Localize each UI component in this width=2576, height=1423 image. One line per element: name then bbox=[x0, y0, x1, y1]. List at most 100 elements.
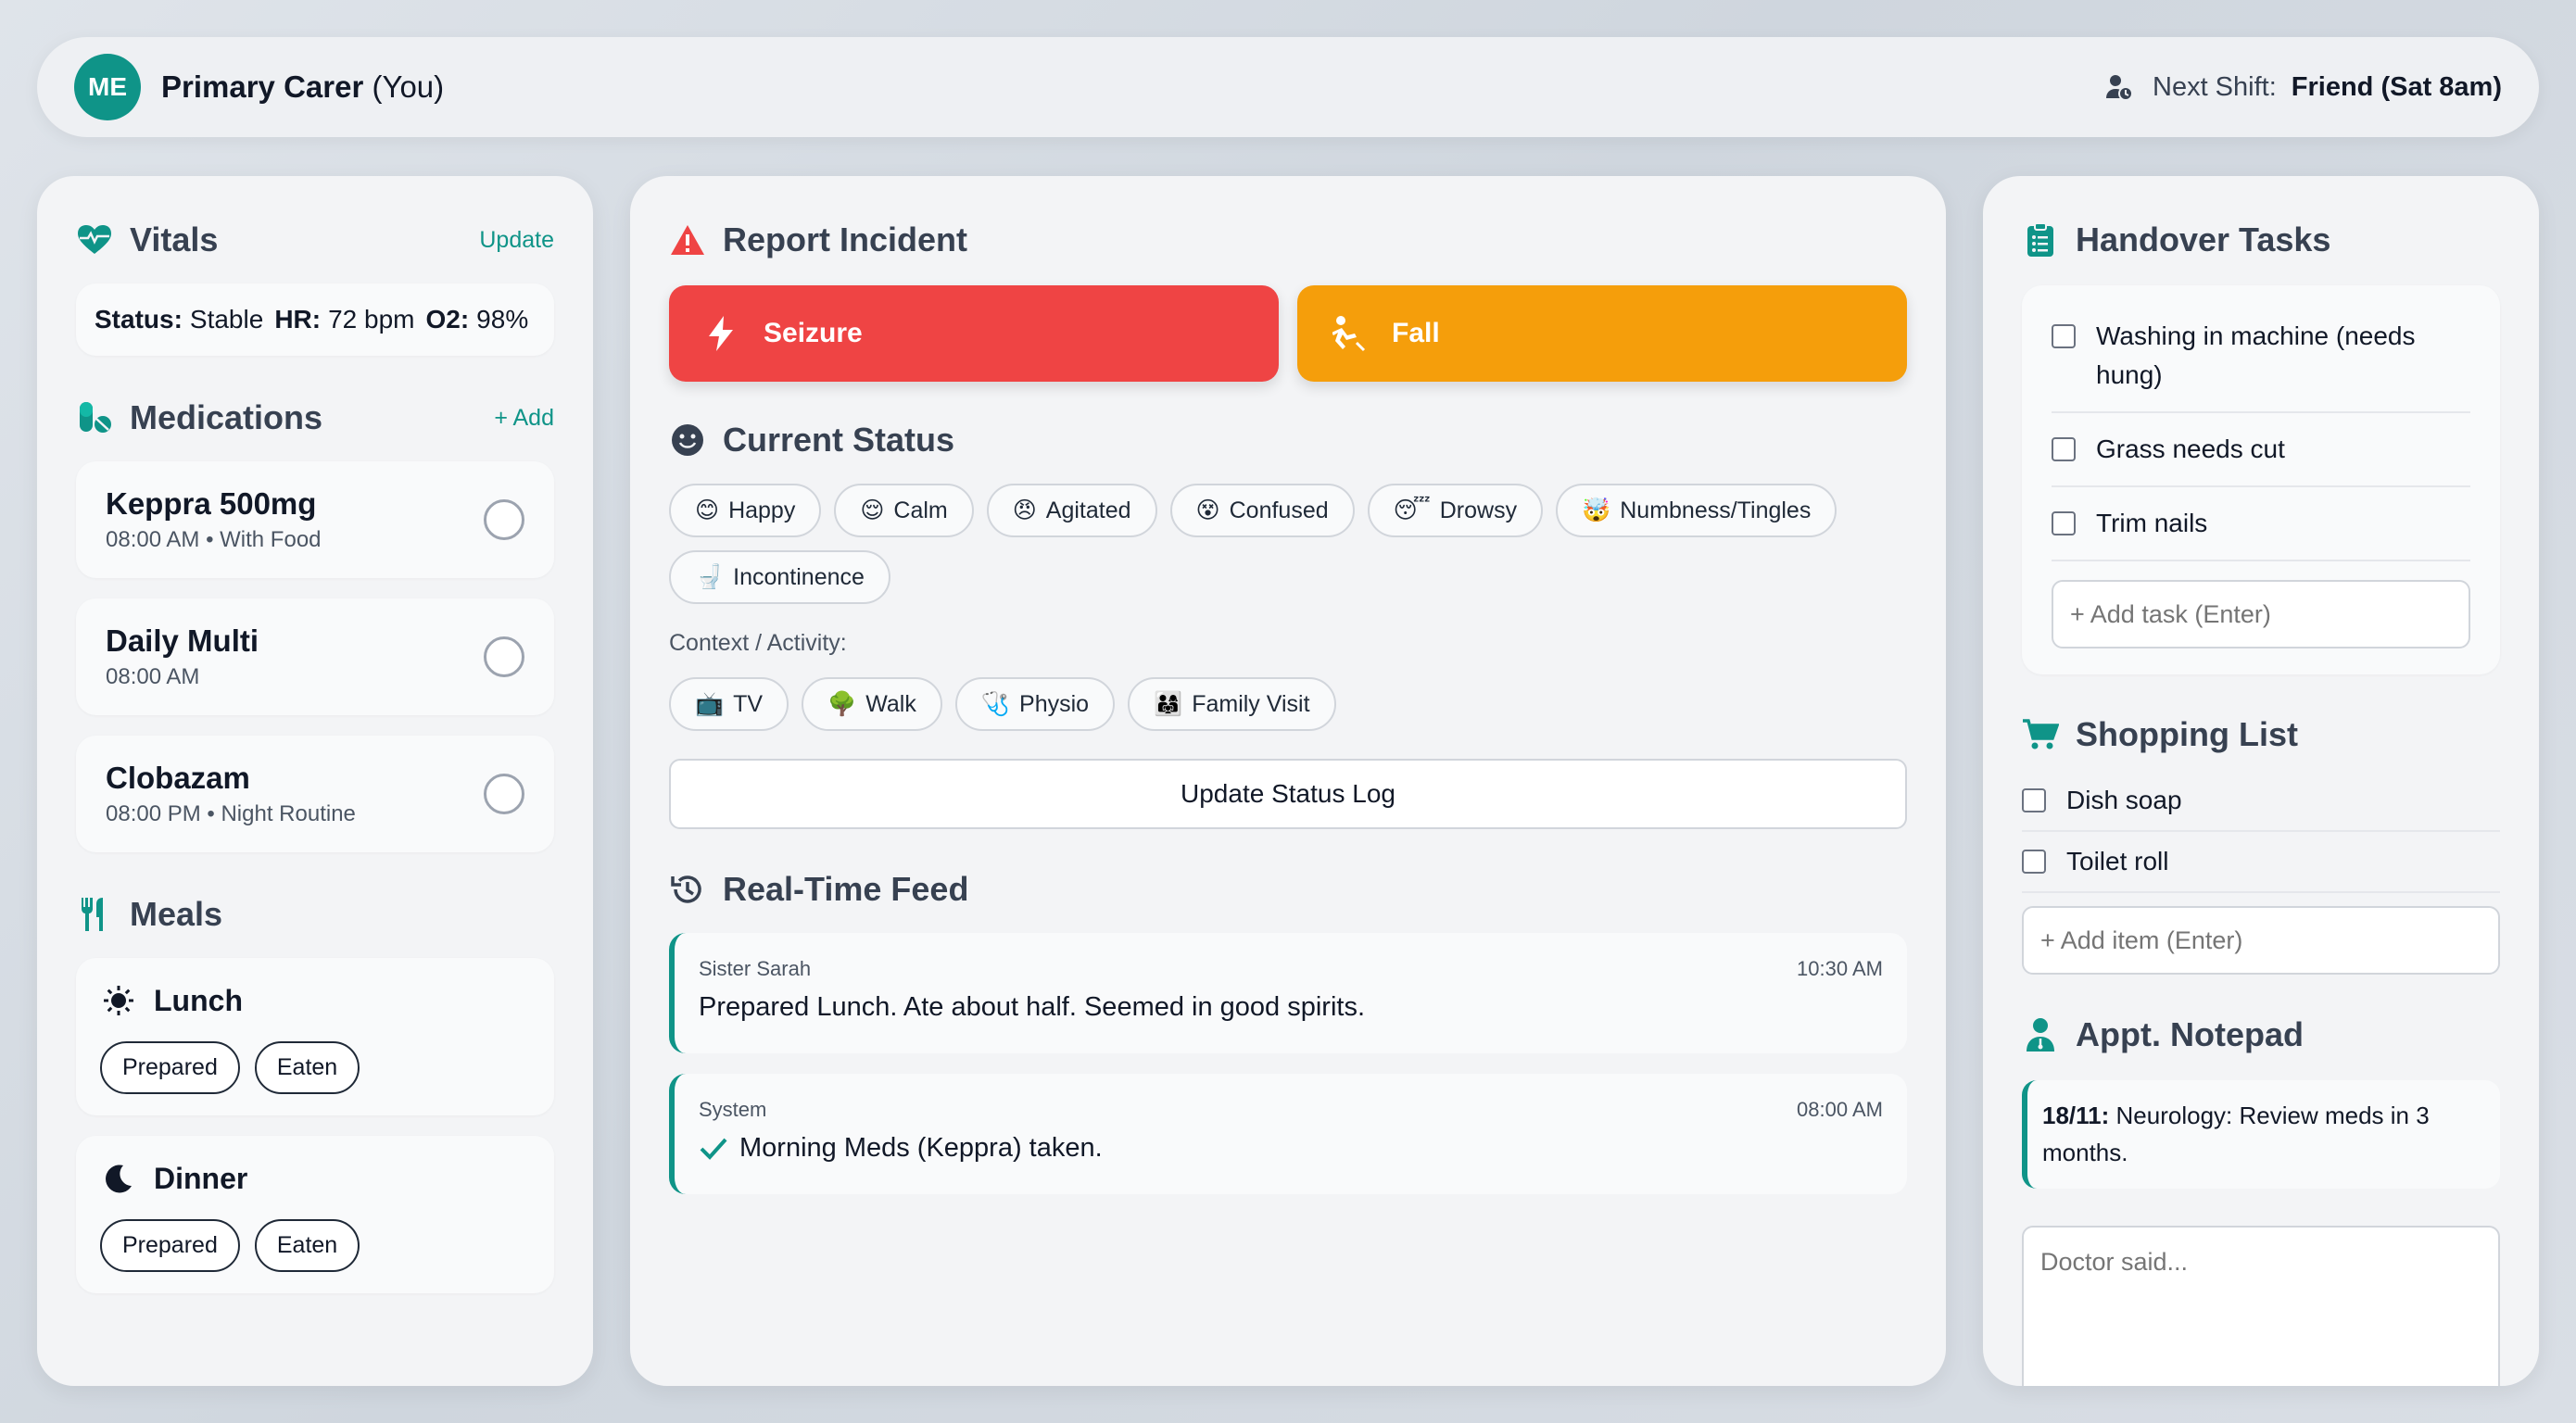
lightning-icon bbox=[702, 315, 739, 352]
activity-chip-tv[interactable]: 📺 TV bbox=[669, 677, 789, 731]
add-task-input[interactable] bbox=[2052, 580, 2470, 649]
feed-author: System bbox=[699, 1098, 767, 1121]
mood-chip-calm[interactable]: 😌 Calm bbox=[834, 484, 974, 537]
meal-card-lunch: Lunch Prepared Eaten bbox=[76, 958, 554, 1115]
update-status-log-button[interactable]: Update Status Log bbox=[669, 759, 1907, 829]
fall-button[interactable]: Fall bbox=[1297, 285, 1907, 382]
task-label: Trim nails bbox=[2096, 509, 2208, 537]
mood-emoji: 😠 bbox=[1012, 497, 1037, 523]
pills-icon bbox=[76, 399, 113, 436]
shopping-list: Dish soap Toilet roll bbox=[2022, 771, 2500, 975]
med-name: Keppra 500mg bbox=[106, 486, 317, 521]
task-item[interactable]: Trim nails bbox=[2052, 487, 2470, 561]
mood-chip-numbness[interactable]: 🤯 Numbness/Tingles bbox=[1556, 484, 1837, 537]
mood-label: Drowsy bbox=[1439, 497, 1518, 523]
meal-name: Dinner bbox=[154, 1161, 248, 1195]
mood-chip-agitated[interactable]: 😠 Agitated bbox=[986, 484, 1157, 537]
note-date: 18/11: bbox=[2042, 1102, 2110, 1129]
feed-message: Morning Meds (Keppra) taken. bbox=[739, 1133, 1103, 1163]
activity-chip-family-visit[interactable]: 👨‍👩‍👧 Family Visit bbox=[1128, 677, 1336, 731]
avatar[interactable]: ME bbox=[74, 54, 141, 120]
med-item[interactable]: Keppra 500mg 08:00 AM • With Food bbox=[76, 461, 554, 578]
add-medication-link[interactable]: + Add bbox=[494, 405, 554, 432]
mood-emoji: 😊 bbox=[695, 497, 720, 523]
mood-chip-incontinence[interactable]: 🚽 Incontinence bbox=[669, 550, 890, 604]
shopping-checkbox[interactable] bbox=[2022, 850, 2046, 874]
mood-chip-drowsy[interactable]: 😴 Drowsy bbox=[1367, 484, 1544, 537]
utensils-icon bbox=[76, 896, 113, 933]
med-item[interactable]: Daily Multi 08:00 AM bbox=[76, 598, 554, 715]
user-doctor-icon bbox=[2022, 1016, 2059, 1053]
mood-label: Numbness/Tingles bbox=[1620, 497, 1812, 523]
hr-label: HR: bbox=[274, 305, 322, 334]
med-item[interactable]: Clobazam 08:00 PM • Night Routine bbox=[76, 736, 554, 852]
activity-chip-walk[interactable]: 🌳 Walk bbox=[802, 677, 942, 731]
meal-name: Lunch bbox=[154, 983, 243, 1017]
mood-label: Calm bbox=[893, 497, 948, 523]
task-checkbox[interactable] bbox=[2052, 437, 2076, 461]
med-taken-toggle[interactable] bbox=[484, 636, 524, 677]
shopping-title: Shopping List bbox=[2076, 715, 2298, 753]
add-shopping-item-input[interactable] bbox=[2022, 906, 2500, 975]
middle-panel: Report Incident Seizure Fall Current Sta… bbox=[630, 176, 1946, 1386]
medications-header: Medications + Add bbox=[76, 395, 554, 441]
meal-prepared-button[interactable]: Prepared bbox=[100, 1219, 240, 1272]
mood-emoji: 🤯 bbox=[1582, 497, 1611, 523]
mood-emoji: 😴 bbox=[1393, 497, 1431, 523]
meal-eaten-button[interactable]: Eaten bbox=[254, 1219, 360, 1272]
user-role: Primary Carer bbox=[161, 69, 364, 104]
vitals-update-link[interactable]: Update bbox=[479, 227, 554, 254]
o2-value: 98% bbox=[476, 305, 529, 334]
appt-title: Appt. Notepad bbox=[2076, 1015, 2304, 1053]
shopping-header: Shopping List bbox=[2022, 712, 2500, 758]
sun-icon bbox=[100, 982, 137, 1019]
feed-author: Sister Sarah bbox=[699, 957, 812, 980]
shopping-item[interactable]: Toilet roll bbox=[2022, 832, 2500, 893]
task-checkbox[interactable] bbox=[2052, 324, 2076, 348]
medications-title: Medications bbox=[130, 398, 323, 436]
seizure-button[interactable]: Seizure bbox=[669, 285, 1279, 382]
med-taken-toggle[interactable] bbox=[484, 499, 524, 540]
meal-prepared-button[interactable]: Prepared bbox=[100, 1041, 240, 1094]
handover-task-list: Washing in machine (needs hung) Grass ne… bbox=[2022, 285, 2500, 674]
activity-label: Family Visit bbox=[1192, 690, 1310, 717]
meal-eaten-button[interactable]: Eaten bbox=[254, 1041, 360, 1094]
context-label: Context / Activity: bbox=[669, 630, 847, 656]
task-label: Washing in machine (needs hung) bbox=[2096, 321, 2416, 389]
activity-chip-physio[interactable]: 🩺 Physio bbox=[954, 677, 1116, 731]
next-shift: Next Shift: Friend (Sat 8am) bbox=[2101, 69, 2502, 106]
user-suffix: (You) bbox=[372, 69, 445, 104]
shopping-checkbox[interactable] bbox=[2022, 788, 2046, 812]
activity-label: Physio bbox=[1019, 690, 1090, 717]
feed-item: Sister Sarah 10:30 AM Prepared Lunch. At… bbox=[669, 933, 1907, 1053]
meal-card-dinner: Dinner Prepared Eaten bbox=[76, 1136, 554, 1293]
feed-time: 08:00 AM bbox=[1797, 1098, 1883, 1121]
mood-chip-happy[interactable]: 😊 Happy bbox=[669, 484, 822, 537]
person-falling-icon bbox=[1331, 315, 1368, 352]
seizure-label: Seizure bbox=[764, 318, 863, 348]
status-value: Stable bbox=[189, 305, 264, 334]
appt-note: 18/11: Neurology: Review meds in 3 month… bbox=[2022, 1080, 2500, 1189]
activity-chips: 📺 TV 🌳 Walk 🩺 Physio 👨‍👩‍👧 Family Visit bbox=[669, 677, 1907, 731]
task-item[interactable]: Washing in machine (needs hung) bbox=[2052, 300, 2470, 413]
mood-chip-confused[interactable]: 😵 Confused bbox=[1169, 484, 1355, 537]
shopping-cart-icon bbox=[2022, 716, 2059, 753]
top-bar: ME Primary Carer (You) Next Shift: Frien… bbox=[37, 37, 2539, 137]
meals-title: Meals bbox=[130, 895, 223, 933]
fall-label: Fall bbox=[1392, 318, 1440, 348]
task-item[interactable]: Grass needs cut bbox=[2052, 413, 2470, 487]
vitals-title: Vitals bbox=[130, 220, 219, 258]
o2-label: O2: bbox=[425, 305, 470, 334]
moon-icon bbox=[100, 1160, 137, 1197]
med-detail: 08:00 PM • Night Routine bbox=[106, 801, 356, 826]
hr-value: 72 bpm bbox=[328, 305, 415, 334]
mood-label: Incontinence bbox=[733, 563, 865, 590]
shopping-item[interactable]: Dish soap bbox=[2022, 771, 2500, 832]
med-name: Clobazam bbox=[106, 761, 250, 795]
appt-notes-textarea[interactable] bbox=[2022, 1225, 2500, 1386]
activity-emoji: 🩺 bbox=[980, 690, 1011, 717]
incident-header: Report Incident bbox=[669, 217, 1907, 263]
task-checkbox[interactable] bbox=[2052, 511, 2076, 535]
feed-header: Real-Time Feed bbox=[669, 866, 1907, 913]
med-taken-toggle[interactable] bbox=[484, 774, 524, 814]
